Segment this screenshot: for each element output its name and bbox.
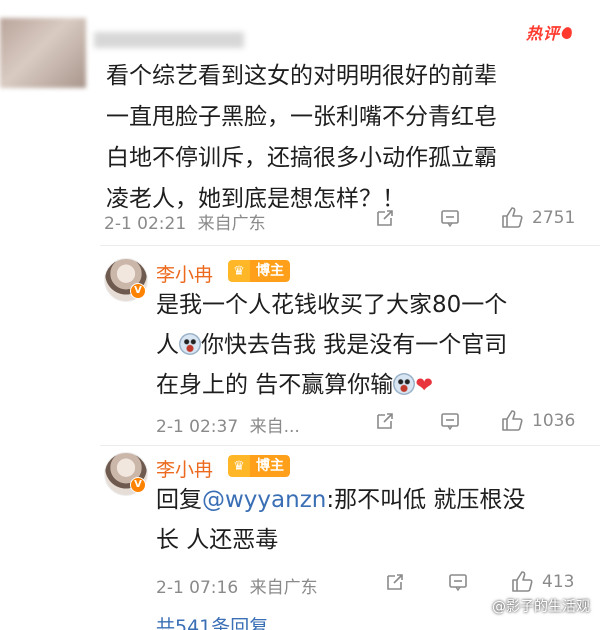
verified-badge-icon: V (130, 477, 146, 493)
more-replies-link[interactable]: 共541条回复 (156, 612, 268, 630)
share-button[interactable] (385, 572, 405, 592)
verified-badge-icon: V (130, 283, 146, 299)
reply-line: 是我一个人花钱收买了大家80一个 (156, 292, 508, 318)
thumbs-up-icon (512, 571, 533, 592)
comment-icon (441, 210, 459, 228)
share-icon (377, 413, 393, 429)
comment-line: 看个综艺看到这女的对明明很好的前辈 (106, 63, 497, 89)
hot-comment-tag: 热评 (526, 20, 574, 44)
reply-line: 回复@wyyanzn:那不叫低 就压根没 (156, 487, 526, 513)
emoji-icon (393, 373, 416, 395)
top-comment-meta: 2-1 02:21 来自广东 (104, 209, 266, 234)
watermark: @影子的生活观 (492, 599, 590, 615)
divider (100, 245, 600, 246)
share-icon (387, 574, 403, 590)
reply-time: 2-1 02:37 (156, 417, 239, 437)
comment-icon (449, 574, 467, 592)
reply-location: 来自... (249, 417, 300, 437)
reply-line: 长 人还恶毒 (156, 527, 279, 553)
comment-line: 白地不停训斥，还搞很多小动作孤立霸 (106, 145, 497, 171)
comment-location: 来自广东 (197, 214, 266, 234)
share-button[interactable] (375, 208, 395, 228)
share-icon (377, 210, 393, 226)
emoji-icon (179, 333, 201, 355)
reply-meta: 2-1 02:37 来自... (156, 412, 300, 437)
reply-username[interactable]: 李小冉 (156, 260, 213, 287)
reply-text: 是我一个人花钱收买了大家80一个 人你快去告我 我是没有一个官司 在身上的 告不… (156, 285, 586, 405)
reply-line: 人你快去告我 我是没有一个官司 (156, 332, 508, 358)
reply-time: 2-1 07:16 (156, 578, 239, 598)
reply-location: 来自广东 (249, 578, 318, 598)
blogger-badge-icon: ♛ (228, 455, 250, 477)
blurred-commenter-name (94, 32, 244, 48)
divider (100, 445, 600, 446)
comment-button[interactable] (448, 572, 468, 592)
comment-icon (441, 413, 459, 431)
like-button[interactable]: 413 (510, 570, 574, 594)
reply-text: 回复@wyyanzn:那不叫低 就压根没 长 人还恶毒 (156, 480, 586, 560)
like-button[interactable]: 2751 (500, 206, 575, 230)
heart-icon: ❤ (415, 373, 433, 397)
thumbs-up-icon (502, 207, 523, 228)
comment-line: 一直甩脸子黑脸，一张利嘴不分青红皂 (106, 104, 497, 130)
blogger-badge-icon: ♛ (228, 260, 250, 282)
comment-time: 2-1 02:21 (104, 214, 187, 234)
blogger-badge: ♛ 博主 (228, 455, 290, 477)
like-count: 413 (542, 572, 575, 592)
reply-line: 在身上的 告不赢算你输 ❤ (156, 372, 433, 398)
comment-button[interactable] (440, 208, 460, 228)
top-comment-text: 看个综艺看到这女的对明明很好的前辈 一直甩脸子黑脸，一张利嘴不分青红皂 白地不停… (106, 56, 586, 220)
blurred-commenter-avatar (0, 18, 86, 88)
blogger-badge: ♛ 博主 (228, 260, 290, 282)
like-count: 1036 (532, 411, 576, 431)
flame-icon (560, 25, 574, 41)
share-button[interactable] (375, 411, 395, 431)
blogger-badge-label: 博主 (250, 455, 290, 477)
mention-link[interactable]: @wyyanzn (202, 487, 326, 513)
thumbs-up-icon (502, 410, 523, 431)
reply-meta: 2-1 07:16 来自广东 (156, 573, 318, 598)
blogger-badge-label: 博主 (250, 260, 290, 282)
like-count: 2751 (532, 208, 576, 228)
comment-button[interactable] (440, 411, 460, 431)
like-button[interactable]: 1036 (500, 409, 575, 433)
reply-username[interactable]: 李小冉 (156, 455, 213, 482)
